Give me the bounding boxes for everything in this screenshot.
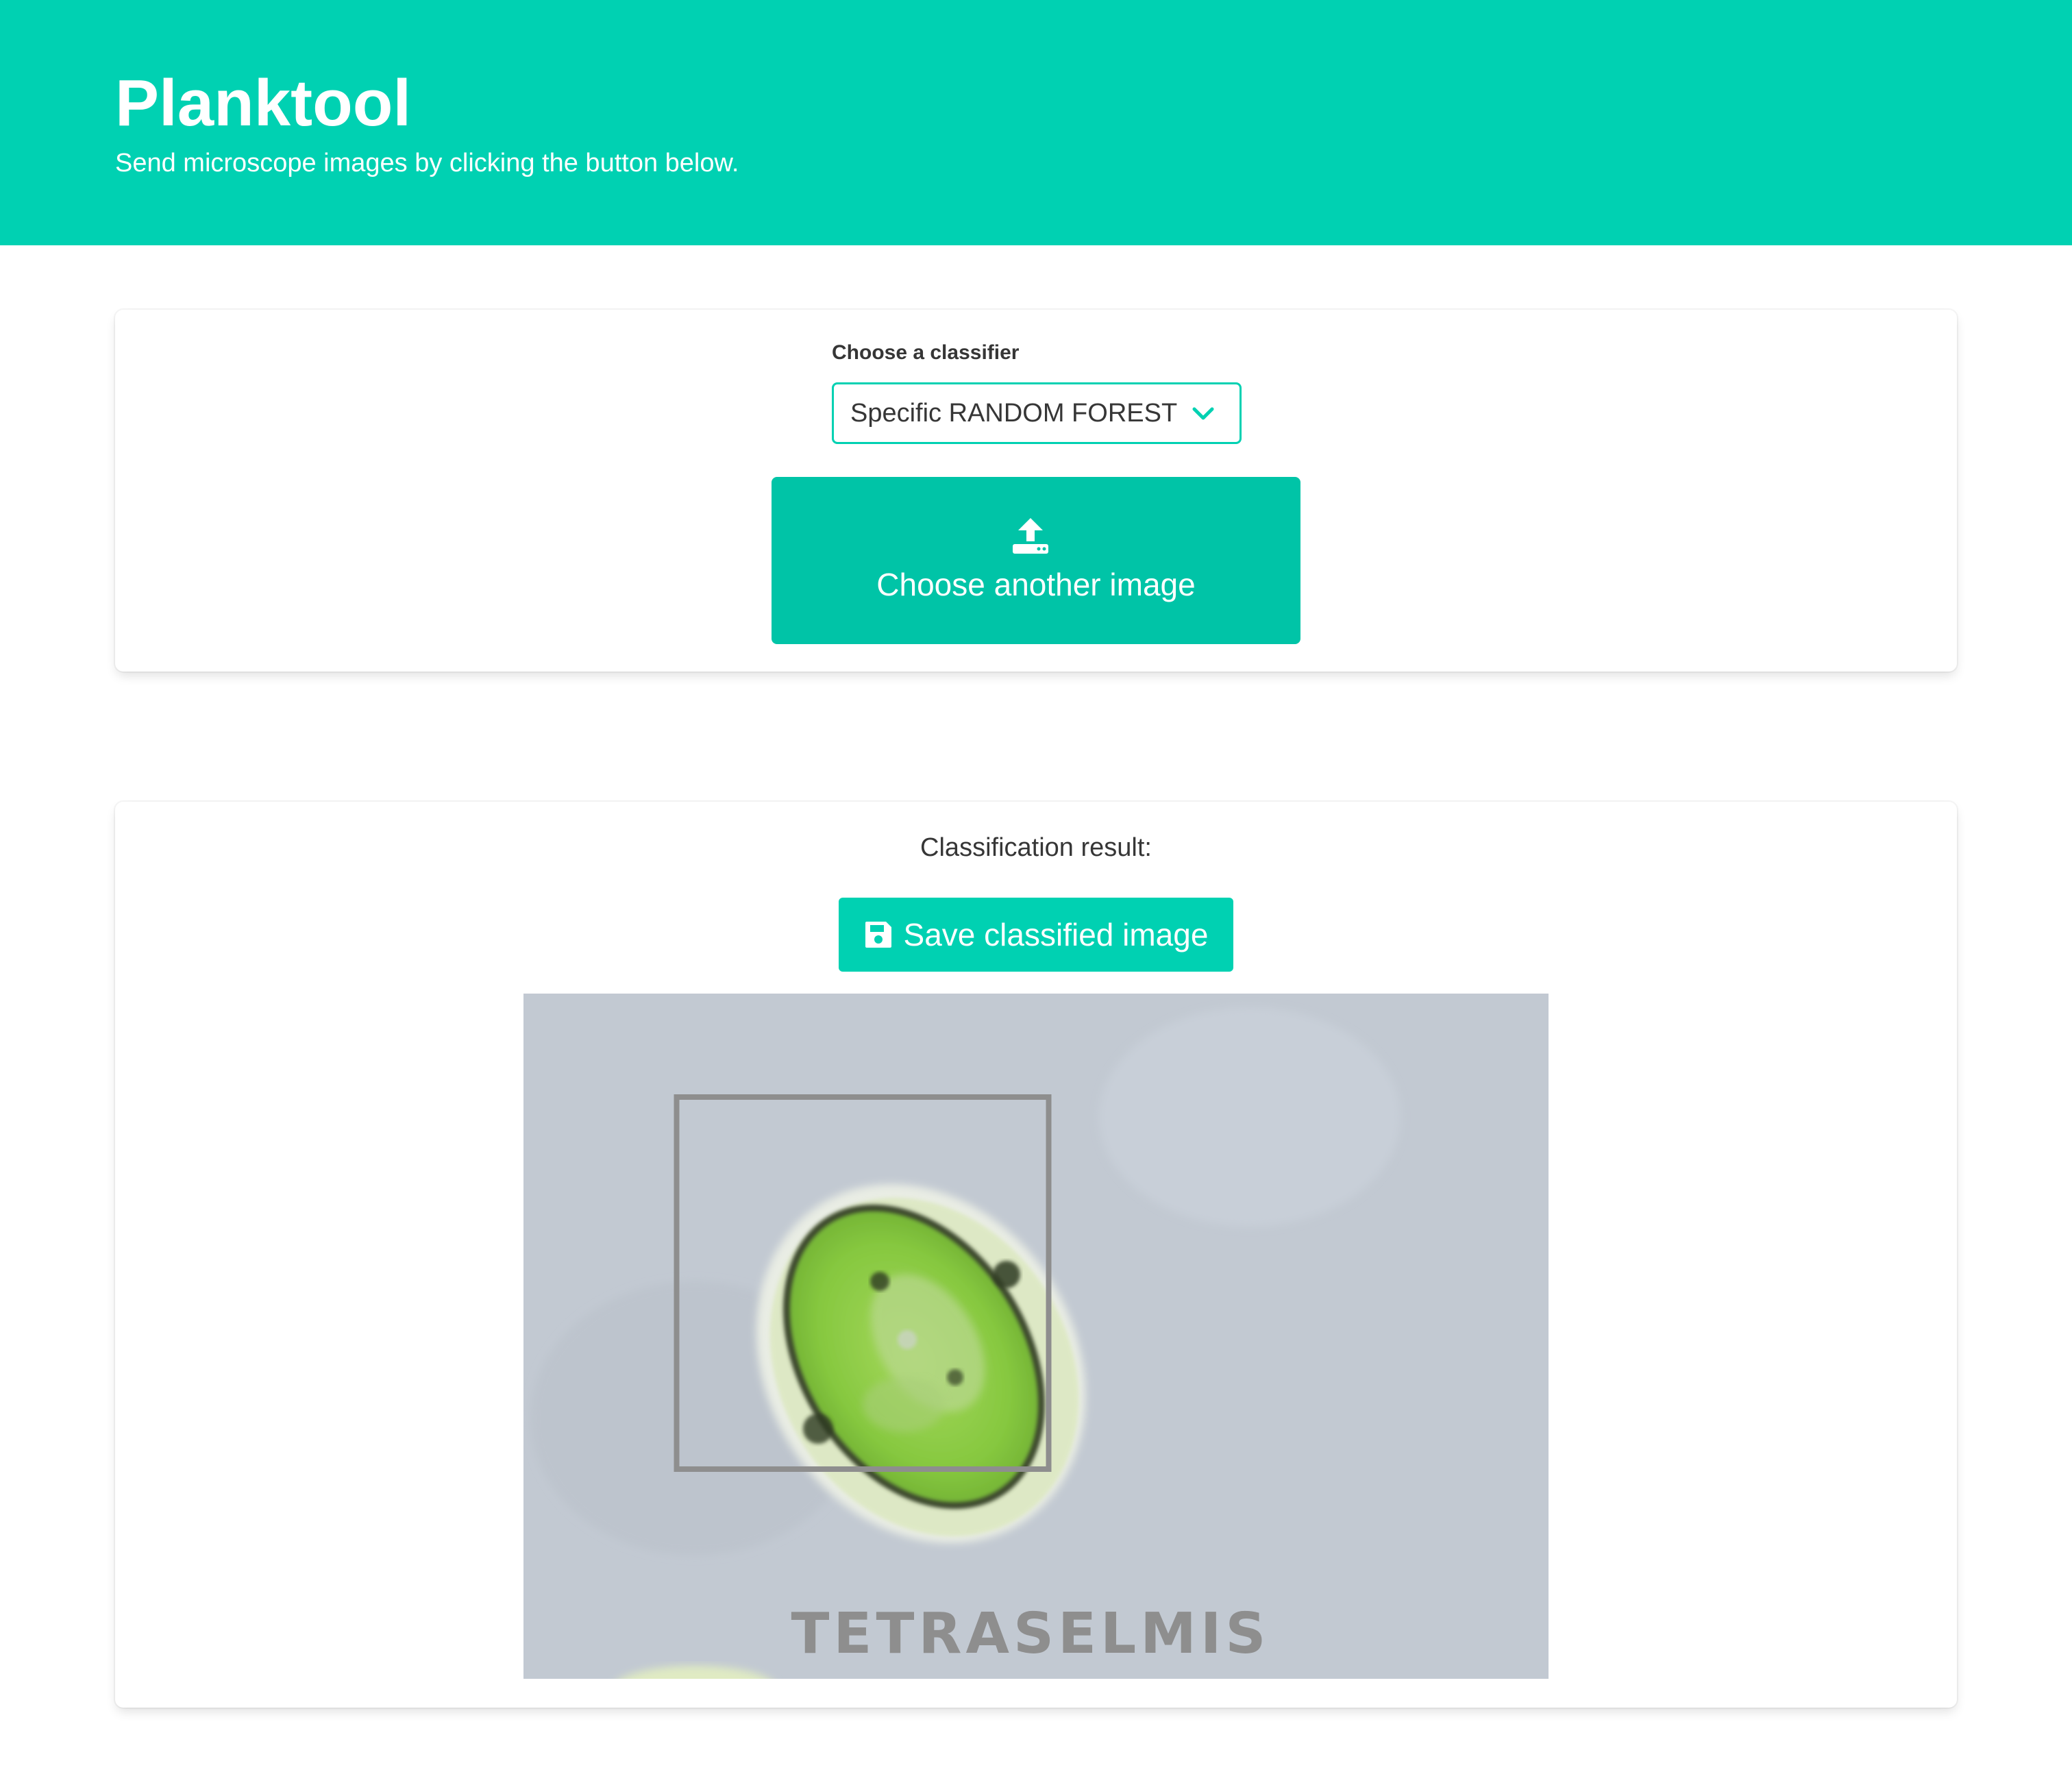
- upload-icon: [1013, 518, 1048, 554]
- classifier-selected-value: Specific RANDOM FOREST: [850, 398, 1178, 428]
- chevron-down-icon: [1192, 407, 1214, 420]
- choose-image-button[interactable]: Choose another image: [772, 477, 1300, 644]
- hero-header: Planktool Send microscope images by clic…: [0, 0, 2072, 245]
- result-card: Classification result: Save classified i…: [115, 802, 1957, 1708]
- result-heading: Classification result:: [920, 833, 1152, 862]
- save-image-button[interactable]: Save classified image: [839, 898, 1233, 972]
- class-label-text: TETRASELMIS: [791, 1601, 1270, 1666]
- save-image-label: Save classified image: [903, 917, 1209, 952]
- classifier-card: Choose a classifier Specific RANDOM FORE…: [115, 310, 1957, 672]
- choose-image-label: Choose another image: [876, 567, 1196, 602]
- page-title: Planktool: [115, 66, 412, 140]
- classified-image: TETRASELMIS: [523, 994, 1549, 1679]
- floppy-disk-icon: [865, 922, 891, 948]
- page-subtitle: Send microscope images by clicking the b…: [115, 149, 739, 177]
- classifier-label: Choose a classifier: [832, 341, 1020, 364]
- classifier-select[interactable]: Specific RANDOM FOREST: [832, 382, 1242, 444]
